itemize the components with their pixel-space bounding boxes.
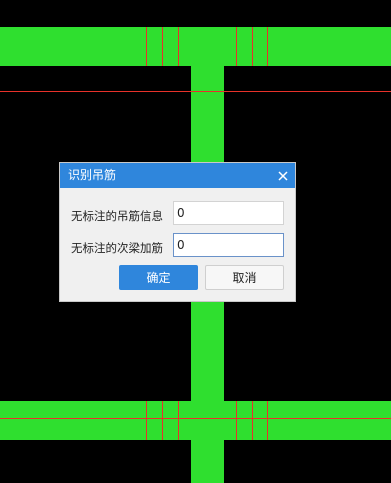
hanger-rebar-input[interactable]: 0 <box>173 201 284 225</box>
hanger-rebar-label: 无标注的吊筋信息 <box>71 209 163 223</box>
rebar-line <box>146 27 147 66</box>
rebar-line <box>236 27 237 66</box>
rebar-line <box>0 91 391 92</box>
rebar-line <box>162 401 163 440</box>
rebar-line <box>267 401 268 440</box>
rebar-line <box>252 27 253 66</box>
ok-button[interactable]: 确定 <box>119 265 198 290</box>
rebar-line <box>252 401 253 440</box>
rebar-line <box>146 401 147 440</box>
cancel-button[interactable]: 取消 <box>205 265 284 290</box>
secondary-beam-rebar-label: 无标注的次梁加筋 <box>71 241 163 255</box>
dialog-title: 识别吊筋 <box>68 168 117 182</box>
rebar-line <box>178 27 179 66</box>
rebar-line <box>178 401 179 440</box>
identify-hanger-rebar-dialog[interactable]: 识别吊筋 无标注的吊筋信息 0 无标注的次梁加筋 0 确定 取消 <box>59 162 296 302</box>
rebar-line <box>236 401 237 440</box>
close-icon[interactable] <box>271 163 295 188</box>
rebar-line <box>0 418 391 419</box>
dialog-titlebar[interactable]: 识别吊筋 <box>60 163 295 188</box>
rebar-line <box>267 27 268 66</box>
secondary-beam-rebar-input[interactable]: 0 <box>173 233 284 257</box>
beam-top-horizontal <box>0 27 391 66</box>
rebar-line <box>162 27 163 66</box>
